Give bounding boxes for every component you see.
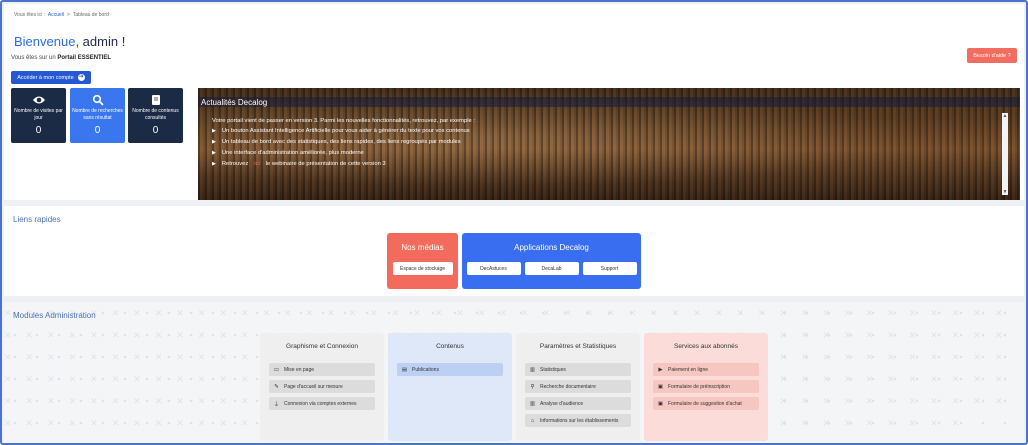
module-title: Services aux abonnés	[674, 343, 738, 350]
news-list: ▶ Un bouton Assistant Intelligence Artifi…	[212, 128, 992, 167]
module-card-services: Services aux abonnés ▶ Paiement en ligne …	[644, 333, 768, 441]
stat-label: Nombre de visites par jour	[14, 108, 63, 121]
eye-icon	[11, 94, 66, 106]
form-icon: ▣	[657, 383, 664, 390]
support-button[interactable]: Support	[582, 262, 637, 275]
stat-card-contents: Nombre de contenus consultés 0	[128, 88, 183, 143]
stat-label: Nombre de contenus consultés	[132, 108, 179, 121]
module-link-paiement[interactable]: ▶ Paiement en ligne	[653, 363, 759, 376]
module-title: Contenus	[436, 343, 464, 350]
stat-label: Nombre de recherches sans résultat	[72, 108, 123, 121]
breadcrumb-prefix: Vous êtes ici :	[14, 12, 45, 18]
module-link-recherche[interactable]: ⚲ Recherche documentaire	[525, 380, 631, 393]
stat-card-visits: Nombre de visites par jour 0	[11, 88, 66, 143]
news-body: Votre portail vient de passer en version…	[212, 118, 992, 172]
page-frame: Vous êtes ici : Accueil > Tableau de bor…	[0, 0, 1028, 445]
welcome-highlight: Bienvenue	[14, 34, 76, 49]
module-link-statistiques[interactable]: ▥ Statistiques	[525, 363, 631, 376]
module-link-mise-en-page[interactable]: ▭ Mise en page	[269, 363, 375, 376]
stat-card-searches: Nombre de recherches sans résultat 0	[70, 88, 125, 143]
chart-icon: ▥	[529, 400, 536, 407]
media-card-title: Nos médias	[401, 243, 444, 252]
module-link-publications[interactable]: ▤ Publications	[397, 363, 503, 376]
triangle-right-icon: ▶	[212, 150, 216, 156]
welcome-user: , admin !	[75, 34, 126, 49]
news-panel: Actualités Decalog Votre portail vient d…	[198, 88, 1020, 200]
module-link-connexion[interactable]: ⏚ Connexion via comptes externes	[269, 397, 375, 410]
module-title: Graphisme et Connexion	[286, 343, 358, 350]
dashboard-header: Vous êtes ici : Accueil > Tableau de bor…	[4, 4, 1024, 200]
book-icon	[128, 94, 183, 106]
help-button[interactable]: Besoin d'aide ?	[967, 48, 1017, 63]
news-scrollbar[interactable]: ▲ ▼	[1002, 113, 1008, 195]
breadcrumb-current: Tableau de bord	[72, 12, 109, 18]
form-icon: ▣	[657, 400, 664, 407]
module-link-audience[interactable]: ▥ Analyse d'audience	[525, 397, 631, 410]
triangle-right-icon: ▶	[212, 139, 216, 145]
portal-info: Vous êtes sur un Portail ESSENTIEL	[11, 55, 111, 61]
brush-icon: ✎	[274, 383, 279, 390]
monitor-icon: ▭	[273, 366, 280, 373]
breadcrumb-home-link[interactable]: Accueil	[48, 12, 64, 18]
triangle-right-icon: ▶	[212, 128, 216, 134]
chart-icon: ▥	[529, 366, 536, 373]
scroll-down-icon[interactable]: ▼	[1002, 189, 1008, 195]
list-item: ▶ Un tableau de bord avec des statistique…	[212, 139, 461, 145]
account-button[interactable]: Accéder à mon compte ➜	[11, 71, 91, 84]
module-link-etablissements[interactable]: ⌂ Informations sur les établissements	[525, 414, 631, 427]
video-icon: ▶	[658, 366, 663, 373]
document-icon: ▤	[401, 366, 408, 373]
news-title: Actualités Decalog	[201, 98, 268, 107]
quick-links-section: Liens rapides Nos médias Espace de stock…	[4, 206, 1024, 296]
account-button-label: Accéder à mon compte	[17, 74, 74, 81]
list-item: ▶ Une interface d'administration amélioré…	[212, 150, 364, 156]
module-link-page-accueil[interactable]: ✎ Page d'accueil sur mesure	[269, 380, 375, 393]
list-item: ▶ Un bouton Assistant Intelligence Artifi…	[212, 128, 470, 134]
portal-name: Portail ESSENTIEL	[57, 55, 112, 61]
module-card-contenus: Contenus ▤ Publications	[388, 333, 512, 441]
news-intro: Votre portail vient de passer en version…	[212, 118, 475, 124]
module-card-parametres: Paramètres et Statistiques ▥ Statistiques…	[516, 333, 640, 441]
module-card-graphisme: Graphisme et Connexion ▭ Mise en page ✎ Pa…	[260, 333, 384, 441]
triangle-right-icon: ▶	[212, 161, 216, 167]
decalab-button[interactable]: DecaLab	[524, 262, 579, 275]
list-item: ▶ Retrouvez ici le webinaire de présentatio…	[212, 161, 386, 167]
quick-links-title: Liens rapides	[13, 215, 61, 224]
webinar-link[interactable]: ici	[254, 161, 259, 167]
search-icon: ⚲	[530, 383, 535, 390]
portal-prefix: Vous êtes sur un	[11, 55, 56, 61]
module-link-preinscription[interactable]: ▣ Formulaire de préinscription	[653, 380, 759, 393]
page-title: Bienvenue, admin !	[14, 34, 125, 49]
arrow-right-icon: ➜	[77, 74, 85, 81]
decastuces-button[interactable]: DecAstuces	[466, 262, 521, 275]
scroll-up-icon[interactable]: ▲	[1002, 113, 1008, 119]
plug-icon: ⏚	[273, 401, 280, 408]
stat-value: 0	[35, 125, 42, 136]
module-title: Paramètres et Statistiques	[539, 343, 617, 350]
apps-card-title: Applications Decalog	[514, 243, 589, 252]
breadcrumb: Vous êtes ici : Accueil > Tableau de bor…	[14, 12, 109, 18]
home-icon: ⌂	[530, 417, 535, 424]
media-card: Nos médias Espace de stockage	[387, 233, 458, 289]
apps-card: Applications Decalog DecAstuces DecaLab …	[462, 233, 641, 289]
admin-modules-section: ✕✕✕✕✕✕✕✕✕✕✕✕✕✕✕✕✕✕✕✕✕✕✕✕✕✕✕✕✕✕✕✕✕✕✕✕✕✕✕✕…	[4, 302, 1024, 443]
modules-title: Modules Administration	[13, 311, 96, 320]
breadcrumb-separator: >	[66, 12, 70, 18]
module-link-suggestion[interactable]: ▣ Formulaire de suggestion d'achat	[653, 397, 759, 410]
stat-value: 0	[94, 125, 101, 136]
stat-value: 0	[152, 125, 159, 136]
storage-button[interactable]: Espace de stockage	[392, 262, 453, 275]
search-icon	[70, 94, 125, 106]
